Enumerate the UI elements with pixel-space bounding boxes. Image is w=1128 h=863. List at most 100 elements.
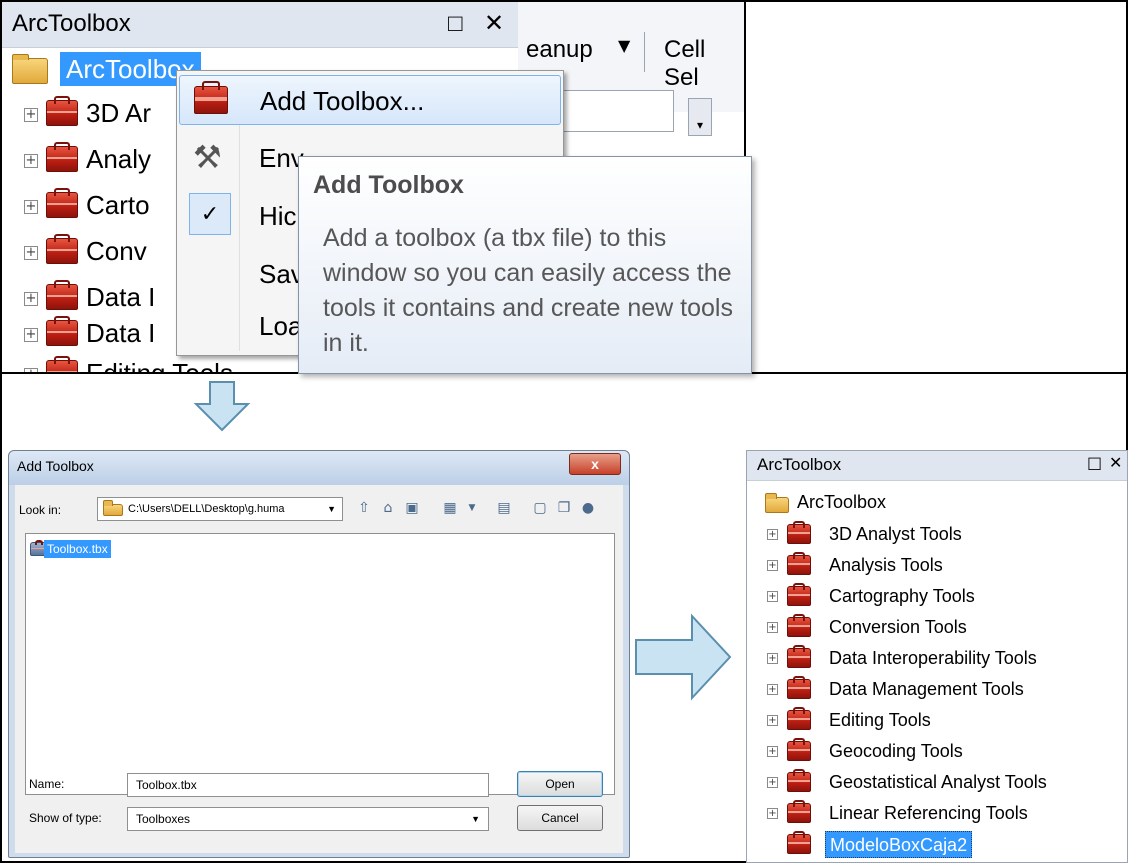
tree-item[interactable]: + Linear Referencing Tools xyxy=(747,798,1127,829)
expand-icon[interactable]: + xyxy=(24,200,38,214)
name-field[interactable]: Toolbox.tbx xyxy=(127,773,489,797)
tree-item-label[interactable]: Data I xyxy=(86,278,155,316)
toolbox-icon xyxy=(787,800,811,823)
arrow-down-icon xyxy=(193,381,251,432)
file-list[interactable]: Toolbox.tbx xyxy=(25,533,615,795)
file-name[interactable]: Toolbox.tbx xyxy=(44,540,111,558)
toolbox-icon xyxy=(787,738,811,761)
tree-item-label[interactable]: Conversion Tools xyxy=(829,612,967,643)
tree-item-label[interactable]: Carto xyxy=(86,186,150,224)
tree-item[interactable]: + Editing Tools xyxy=(747,705,1127,736)
connect-folder-icon[interactable]: ▣ xyxy=(401,497,423,519)
toolbar-cell-select-label[interactable]: Cell Sel xyxy=(664,36,744,92)
toolbox-icon xyxy=(787,645,811,668)
expand-icon[interactable]: + xyxy=(767,653,778,664)
menu-item-label: Loa xyxy=(259,311,303,341)
expand-icon[interactable]: + xyxy=(24,154,38,168)
add-toolbox-dialog: Add Toolbox x Look in: C:\Users\DELL\Des… xyxy=(8,450,630,858)
expand-icon[interactable]: + xyxy=(767,529,778,540)
tree-item-label[interactable]: Cartography Tools xyxy=(829,581,975,612)
home-icon[interactable]: ⌂ xyxy=(377,497,399,519)
new-folder-icon[interactable]: ▤ xyxy=(493,497,515,519)
expand-icon[interactable]: + xyxy=(767,715,778,726)
expand-icon[interactable]: + xyxy=(24,108,38,122)
tree-item-label[interactable]: 3D Analyst Tools xyxy=(829,519,962,550)
tree-item-label[interactable]: Editing Tools xyxy=(86,354,233,372)
arctoolbox-titlebar: ArcToolbox □ ✕ xyxy=(2,2,518,48)
expand-icon[interactable]: + xyxy=(767,591,778,602)
tree-item[interactable]: + Geocoding Tools xyxy=(747,736,1127,767)
up-level-icon[interactable]: ⇧ xyxy=(353,497,375,519)
maximize-icon[interactable]: □ xyxy=(448,2,463,46)
expand-icon[interactable]: + xyxy=(24,328,38,342)
arrow-right-icon xyxy=(635,613,732,701)
expand-icon[interactable]: + xyxy=(767,622,778,633)
menu-item-label: Hic xyxy=(259,201,297,231)
tree-item[interactable]: + Conversion Tools xyxy=(747,612,1127,643)
tree-item-label[interactable]: Analy xyxy=(86,140,151,178)
tree-item-label[interactable]: 3D Ar xyxy=(86,94,151,132)
tree-item-label[interactable]: Analysis Tools xyxy=(829,550,943,581)
tree-item-label[interactable]: Geostatistical Analyst Tools xyxy=(829,767,1047,798)
open-button[interactable]: Open xyxy=(517,771,603,797)
folder-icon xyxy=(12,54,48,84)
tree-item-label[interactable]: Data Management Tools xyxy=(829,674,1024,705)
expand-icon[interactable]: + xyxy=(24,246,38,260)
tree-item-new-toolbox[interactable]: ModeloBoxCaja2 xyxy=(747,829,1127,860)
dialog-close-button[interactable]: x xyxy=(569,453,621,475)
toolbar-input[interactable] xyxy=(558,90,674,132)
toolbox-icon xyxy=(46,233,78,264)
globe-icon[interactable]: ● xyxy=(577,497,599,519)
toolbox-icon xyxy=(787,521,811,544)
maximize-icon[interactable]: □ xyxy=(1087,453,1102,472)
expand-icon[interactable]: + xyxy=(767,808,778,819)
expand-icon[interactable]: + xyxy=(767,746,778,757)
cancel-button[interactable]: Cancel xyxy=(517,805,603,831)
copy-icon[interactable]: ❐ xyxy=(553,497,575,519)
chevron-down-icon[interactable]: ▼ xyxy=(618,36,630,55)
expand-icon[interactable]: + xyxy=(24,368,38,372)
expand-icon[interactable]: + xyxy=(767,777,778,788)
tree-root-label[interactable]: ArcToolbox xyxy=(797,487,886,518)
tree-item-label[interactable]: Geocoding Tools xyxy=(829,736,963,767)
dialog-titlebar: Add Toolbox x xyxy=(9,451,629,485)
tooltip: Add Toolbox Add a toolbox (a tbx file) t… xyxy=(298,156,752,374)
tooltip-body: Add a toolbox (a tbx file) to this windo… xyxy=(323,224,733,357)
toolbox-icon xyxy=(787,614,811,637)
toolbox-icon xyxy=(46,95,78,126)
expand-icon[interactable]: + xyxy=(24,292,38,306)
tree-item[interactable]: + 3D Analyst Tools xyxy=(747,519,1127,550)
toolbox-icon xyxy=(46,279,78,310)
tree-item[interactable]: + Analysis Tools xyxy=(747,550,1127,581)
catalog-icon[interactable]: ▢ xyxy=(529,497,551,519)
tree-item-label[interactable]: Editing Tools xyxy=(829,705,931,736)
view-options-icon[interactable]: ▦ xyxy=(439,497,461,519)
tree-item-label[interactable]: Data Interoperability Tools xyxy=(829,643,1037,674)
tree-item-label[interactable]: Conv xyxy=(86,232,147,270)
tree-root[interactable]: ArcToolbox xyxy=(747,487,1127,518)
tree-item-label[interactable]: Linear Referencing Tools xyxy=(829,798,1028,829)
tree-item[interactable]: + Geostatistical Analyst Tools xyxy=(747,767,1127,798)
look-in-dropdown[interactable]: C:\Users\DELL\Desktop\g.huma ▼ xyxy=(97,497,343,521)
chevron-down-icon: ▼ xyxy=(327,504,336,514)
result-titlebar: ArcToolbox □ ✕ xyxy=(747,451,1127,481)
close-icon[interactable]: ✕ xyxy=(484,2,504,46)
tree-item-label[interactable]: ModeloBoxCaja2 xyxy=(825,831,973,858)
tree-item-label[interactable]: Data I xyxy=(86,314,155,352)
expand-icon[interactable]: + xyxy=(767,684,778,695)
tree-item[interactable]: + Data Management Tools xyxy=(747,674,1127,705)
expand-icon[interactable]: + xyxy=(767,560,778,571)
toolbox-icon xyxy=(46,315,78,346)
toolbar-dropdown-icon[interactable]: ▾ xyxy=(688,98,712,136)
chevron-down-icon[interactable]: ▼ xyxy=(461,497,483,519)
type-dropdown[interactable]: Toolboxes ▼ xyxy=(127,807,489,831)
toolbar-cleanup-label[interactable]: eanup xyxy=(526,36,593,64)
menu-item-add-toolbox[interactable]: Add Toolbox... xyxy=(179,75,561,125)
toolbox-icon xyxy=(787,831,811,854)
folder-icon xyxy=(103,500,123,516)
tree-item[interactable]: + Cartography Tools xyxy=(747,581,1127,612)
tree-item[interactable]: + Data Interoperability Tools xyxy=(747,643,1127,674)
close-icon[interactable]: ✕ xyxy=(1109,453,1122,472)
toolbox-icon xyxy=(46,355,78,372)
toolbox-icon xyxy=(787,552,811,575)
